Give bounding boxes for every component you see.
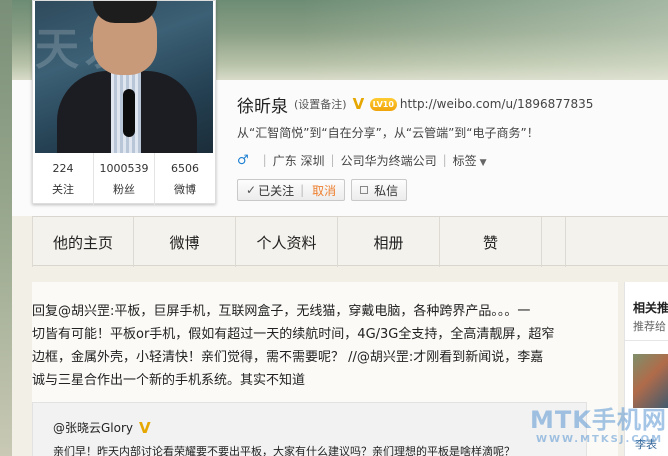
profile-name: 徐昕泉	[237, 96, 288, 117]
tab-album[interactable]: 相册	[338, 217, 440, 267]
tab-home[interactable]: 他的主页	[32, 217, 134, 267]
meta-divider: |	[262, 153, 267, 167]
stat-followers[interactable]: 1000539 粉丝	[94, 153, 155, 205]
page-background-stripe	[0, 0, 12, 456]
set-remark-link[interactable]: (设置备注)	[294, 96, 347, 112]
post-text-line: 诚与三星合作出一个新的手机系统。其实不知道	[32, 373, 306, 388]
tab-likes[interactable]: 赞	[440, 217, 542, 267]
microphone-icon	[123, 89, 135, 137]
post-text-line: 回复@胡兴罡:平板，巨屏手机，互联网盒子，无线猫，穿戴电脑，各种跨界产品。。。一	[32, 304, 531, 319]
quoted-post: @张晓云Glory V 亲们早！昨天内部讨论看荣耀要不要出平板，大家有什么建议吗…	[32, 402, 587, 456]
profile-bio: 从“汇智简悦”到“自在分享”，从“云管端”到“电子商务”！	[237, 126, 539, 140]
tags-dropdown[interactable]: 标签 ▼	[453, 152, 487, 169]
meta-divider: |	[442, 153, 447, 167]
followed-label: 已关注	[258, 183, 295, 198]
quoted-author-row: @张晓云Glory V	[53, 419, 153, 436]
stat-posts[interactable]: 6506 微博	[155, 153, 215, 205]
watermark-logo: MTK手机网	[530, 406, 667, 434]
profile-url-link[interactable]: http://weibo.com/u/1896877835	[400, 97, 594, 111]
profile-name-row: 徐昕泉 (设置备注) V LV10 http://weibo.com/u/189…	[237, 93, 594, 117]
quoted-text: 亲们早！昨天内部讨论看荣耀要不要出平板，大家有什么建议吗？亲们理想的平板是啥样滴…	[53, 445, 515, 456]
level-badge[interactable]: LV10	[369, 97, 397, 111]
check-icon: ✓	[246, 183, 257, 197]
post-text-line: 边框，金属外壳，小轻清快！亲们觉得，需不需要呢？ //@胡兴罡:才刚看到新闻说，…	[32, 350, 544, 365]
private-message-button[interactable]: 私信	[351, 179, 408, 201]
button-divider: |	[300, 183, 305, 197]
message-icon	[360, 186, 369, 194]
sidebar-divider	[625, 340, 668, 341]
verified-v-icon[interactable]: V	[353, 97, 367, 112]
verified-v-icon[interactable]: V	[139, 420, 153, 435]
private-message-label: 私信	[374, 183, 399, 198]
site-watermark: MTK手机网 WWW.MTKSJ.COM	[530, 398, 668, 456]
avatar[interactable]: 天发	[35, 1, 213, 153]
profile-meta-row: ♂ | 广东 深圳 | 公司华为终端公司 | 标签 ▼	[237, 151, 487, 169]
post-text-line: 切皆有可能！平板or手机，假如有超过一天的续航时间，4G/3G全支持，全高清靓屏…	[32, 327, 555, 342]
profile-stats: 224 关注 1000539 粉丝 6506 微博	[33, 153, 215, 205]
related-title: 相关推	[633, 301, 668, 315]
unfollow-link[interactable]: 取消	[312, 182, 336, 199]
tab-more-partial[interactable]	[542, 217, 566, 267]
caret-down-icon: ▼	[479, 157, 487, 168]
profile-tab-bar: 他的主页 微博 个人资料 相册 赞	[32, 216, 668, 267]
stat-posts-count: 6506	[171, 162, 199, 175]
watermark-url: WWW.MTKSJ.COM	[536, 434, 664, 445]
stat-following-count: 224	[52, 162, 74, 175]
avatar-box: 天发 224 关注 1000539 粉丝 6506 微博	[32, 0, 216, 205]
profile-location[interactable]: 广东 深圳	[273, 152, 325, 169]
tab-weibo[interactable]: 微博	[134, 217, 236, 267]
tags-label: 标签	[452, 153, 477, 168]
quoted-author-link[interactable]: @张晓云Glory	[53, 419, 133, 436]
male-icon: ♂	[237, 152, 249, 168]
followed-button[interactable]: ✓ 已关注 | 取消	[237, 179, 346, 201]
post-text: 回复@胡兴罡:平板，巨屏手机，互联网盒子，无线猫，穿戴电脑，各种跨界产品。。。一…	[32, 300, 592, 392]
stat-following-label: 关注	[52, 183, 74, 196]
stat-following[interactable]: 224 关注	[33, 153, 94, 205]
stat-posts-label: 微博	[174, 183, 196, 196]
profile-company[interactable]: 公司华为终端公司	[341, 152, 437, 169]
related-subtitle: 推荐给	[633, 320, 666, 333]
stat-followers-label: 粉丝	[113, 183, 135, 196]
tab-profile-info[interactable]: 个人资料	[236, 217, 338, 267]
meta-divider: |	[330, 153, 335, 167]
profile-action-buttons: ✓ 已关注 | 取消 私信	[237, 179, 408, 201]
stat-followers-count: 1000539	[99, 162, 149, 175]
